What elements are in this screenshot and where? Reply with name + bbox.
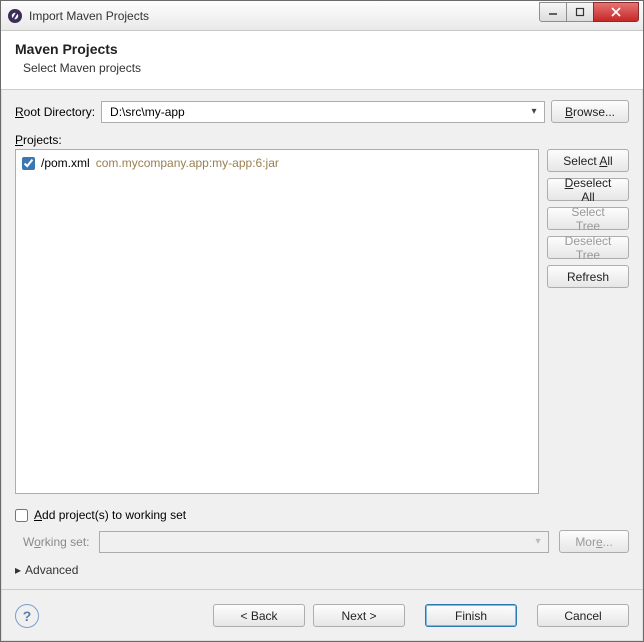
working-set-label: Working set: [23, 535, 89, 549]
add-to-working-set-label: Add project(s) to working set [34, 508, 186, 522]
chevron-down-icon[interactable]: ▾ [526, 106, 542, 117]
select-tree-button: Select Tree [547, 207, 629, 230]
help-icon[interactable]: ? [15, 604, 39, 628]
working-set-combo: ▾ [99, 531, 549, 553]
wizard-title: Maven Projects [15, 41, 629, 57]
projects-label: Projects: [15, 133, 629, 147]
root-directory-row: Root Directory: ▾ Browse... [15, 100, 629, 123]
window-title: Import Maven Projects [29, 9, 540, 23]
wizard-footer: ? < Back Next > Finish Cancel [1, 589, 643, 641]
project-path: /pom.xml [41, 156, 90, 170]
projects-area: /pom.xml com.mycompany.app:my-app:6:jar … [15, 149, 629, 494]
add-to-working-set-checkbox[interactable] [15, 509, 28, 522]
dialog-window: Import Maven Projects Maven Projects Sel… [0, 0, 644, 642]
close-button[interactable] [593, 2, 639, 22]
maximize-button[interactable] [566, 2, 594, 22]
advanced-label: Advanced [25, 563, 78, 577]
select-all-button[interactable]: Select All [547, 149, 629, 172]
root-directory-input[interactable] [108, 102, 526, 122]
wizard-content: Root Directory: ▾ Browse... Projects: /p… [1, 90, 643, 589]
app-icon [7, 8, 23, 24]
add-to-working-set-row: Add project(s) to working set [15, 508, 629, 522]
root-directory-combo[interactable]: ▾ [101, 101, 545, 123]
finish-button[interactable]: Finish [425, 604, 517, 627]
wizard-subtitle: Select Maven projects [23, 61, 629, 75]
working-set-input [106, 532, 530, 552]
refresh-button[interactable]: Refresh [547, 265, 629, 288]
project-checkbox[interactable] [22, 157, 35, 170]
cancel-button[interactable]: Cancel [537, 604, 629, 627]
deselect-tree-button: Deselect Tree [547, 236, 629, 259]
next-button[interactable]: Next > [313, 604, 405, 627]
browse-button[interactable]: Browse... [551, 100, 629, 123]
root-directory-label: Root Directory: [15, 105, 95, 119]
wizard-header: Maven Projects Select Maven projects [1, 31, 643, 90]
minimize-button[interactable] [539, 2, 567, 22]
project-description: com.mycompany.app:my-app:6:jar [96, 156, 279, 170]
working-set-row: Working set: ▾ More... [23, 530, 629, 553]
more-button: More... [559, 530, 629, 553]
triangle-right-icon: ▸ [15, 563, 21, 577]
projects-list[interactable]: /pom.xml com.mycompany.app:my-app:6:jar [15, 149, 539, 494]
below-projects: Add project(s) to working set Working se… [15, 508, 629, 585]
deselect-all-button[interactable]: Deselect All [547, 178, 629, 201]
advanced-expander[interactable]: ▸ Advanced [15, 563, 629, 577]
window-controls [540, 2, 639, 22]
list-item[interactable]: /pom.xml com.mycompany.app:my-app:6:jar [22, 154, 532, 172]
back-button[interactable]: < Back [213, 604, 305, 627]
projects-side-buttons: Select All Deselect All Select Tree Dese… [547, 149, 629, 494]
title-bar: Import Maven Projects [1, 1, 643, 31]
chevron-down-icon: ▾ [530, 536, 546, 547]
